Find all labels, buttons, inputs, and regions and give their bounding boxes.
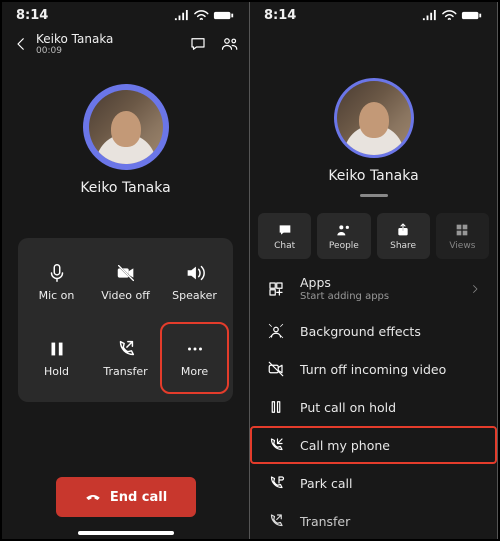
speaker-icon <box>184 262 206 284</box>
menu-hold-label: Put call on hold <box>300 400 396 415</box>
people-icon[interactable] <box>221 35 239 53</box>
status-icons <box>174 10 235 21</box>
profile-name: Keiko Tanaka <box>80 180 170 196</box>
video-label: Video off <box>101 289 150 302</box>
people-label: People <box>329 241 359 251</box>
chat-label: Chat <box>274 241 295 251</box>
hold-label: Hold <box>44 365 69 378</box>
transfer-label: Transfer <box>103 365 147 378</box>
status-bar: 8:14 <box>2 2 249 28</box>
hold-icon <box>46 338 68 360</box>
end-call-label: End call <box>110 490 167 505</box>
end-call-button[interactable]: End call <box>56 477 196 517</box>
profile-name: Keiko Tanaka <box>328 168 418 184</box>
video-button[interactable]: Video off <box>91 246 160 318</box>
menu-apps-label: Apps <box>300 275 389 290</box>
more-label: More <box>181 365 208 378</box>
menu-park-label: Park call <box>300 476 352 491</box>
menu-videooff-label: Turn off incoming video <box>300 362 446 377</box>
menu-transfer-label: Transfer <box>300 514 350 529</box>
battery-icon <box>213 10 235 21</box>
avatar <box>337 81 411 155</box>
menu-call-my-phone[interactable]: Call my phone <box>250 426 497 464</box>
chat-icon <box>277 222 293 238</box>
mic-label: Mic on <box>39 289 75 302</box>
back-icon[interactable] <box>12 35 30 53</box>
call-controls: Mic on Video off Speaker Hold Transfer M… <box>18 238 233 402</box>
people-button[interactable]: People <box>317 213 370 259</box>
clock: 8:14 <box>264 8 296 23</box>
share-label: Share <box>390 241 416 251</box>
views-button[interactable]: Views <box>436 213 489 259</box>
menu-apps-sub: Start adding apps <box>300 291 389 302</box>
mic-icon <box>46 262 68 284</box>
quick-actions-row: Chat People Share Views <box>250 213 497 259</box>
menu-bg-label: Background effects <box>300 324 421 339</box>
share-icon <box>395 222 411 238</box>
share-button[interactable]: Share <box>377 213 430 259</box>
end-call-wrap: End call <box>2 477 249 517</box>
avatar-ring <box>334 78 414 158</box>
call-duration: 00:09 <box>36 46 189 56</box>
call-in-icon <box>267 436 285 454</box>
home-indicator[interactable] <box>78 531 174 535</box>
call-screen: 8:14 Keiko Tanaka 00:09 Keiko Tanaka Mic… <box>2 2 250 539</box>
park-icon <box>267 474 285 492</box>
apps-icon <box>267 280 285 298</box>
chevron-right-icon <box>469 283 481 295</box>
wifi-icon <box>194 10 209 21</box>
video-off-icon <box>267 360 285 378</box>
avatar-ring <box>83 84 169 170</box>
signal-icon <box>174 10 191 21</box>
caller-name: Keiko Tanaka <box>36 32 189 46</box>
profile: Keiko Tanaka <box>250 78 497 197</box>
menu-transfer[interactable]: Transfer <box>250 502 497 539</box>
call-header: Keiko Tanaka 00:09 <box>2 28 249 62</box>
more-icon <box>184 338 206 360</box>
hold-button[interactable]: Hold <box>22 322 91 394</box>
hangup-icon <box>84 488 102 506</box>
bg-effects-icon <box>267 322 285 340</box>
sheet-grabber[interactable] <box>360 194 388 197</box>
menu-park-call[interactable]: Park call <box>250 464 497 502</box>
chat-button[interactable]: Chat <box>258 213 311 259</box>
menu-put-on-hold[interactable]: Put call on hold <box>250 388 497 426</box>
menu-apps[interactable]: Apps Start adding apps <box>250 265 497 312</box>
wifi-icon <box>442 10 457 21</box>
speaker-label: Speaker <box>172 289 217 302</box>
chat-icon[interactable] <box>189 35 207 53</box>
people-icon <box>336 222 352 238</box>
clock: 8:14 <box>16 8 48 23</box>
status-icons <box>422 10 483 21</box>
views-icon <box>454 222 470 238</box>
call-meta: Keiko Tanaka 00:09 <box>30 32 189 56</box>
menu-turn-off-incoming-video[interactable]: Turn off incoming video <box>250 350 497 388</box>
hold-icon <box>267 398 285 416</box>
transfer-icon <box>267 512 285 530</box>
transfer-button[interactable]: Transfer <box>91 322 160 394</box>
mic-button[interactable]: Mic on <box>22 246 91 318</box>
signal-icon <box>422 10 439 21</box>
avatar <box>89 90 163 164</box>
menu-callmyphone-label: Call my phone <box>300 438 390 453</box>
menu-background-effects[interactable]: Background effects <box>250 312 497 350</box>
more-button[interactable]: More <box>160 322 229 394</box>
views-label: Views <box>449 241 475 251</box>
status-bar: 8:14 <box>250 2 497 28</box>
more-sheet-screen: 8:14 Keiko Tanaka Chat People Share <box>250 2 498 539</box>
more-menu: Apps Start adding apps Background effect… <box>250 265 497 539</box>
profile: Keiko Tanaka <box>2 84 249 196</box>
video-off-icon <box>115 262 137 284</box>
speaker-button[interactable]: Speaker <box>160 246 229 318</box>
battery-icon <box>461 10 483 21</box>
transfer-icon <box>115 338 137 360</box>
